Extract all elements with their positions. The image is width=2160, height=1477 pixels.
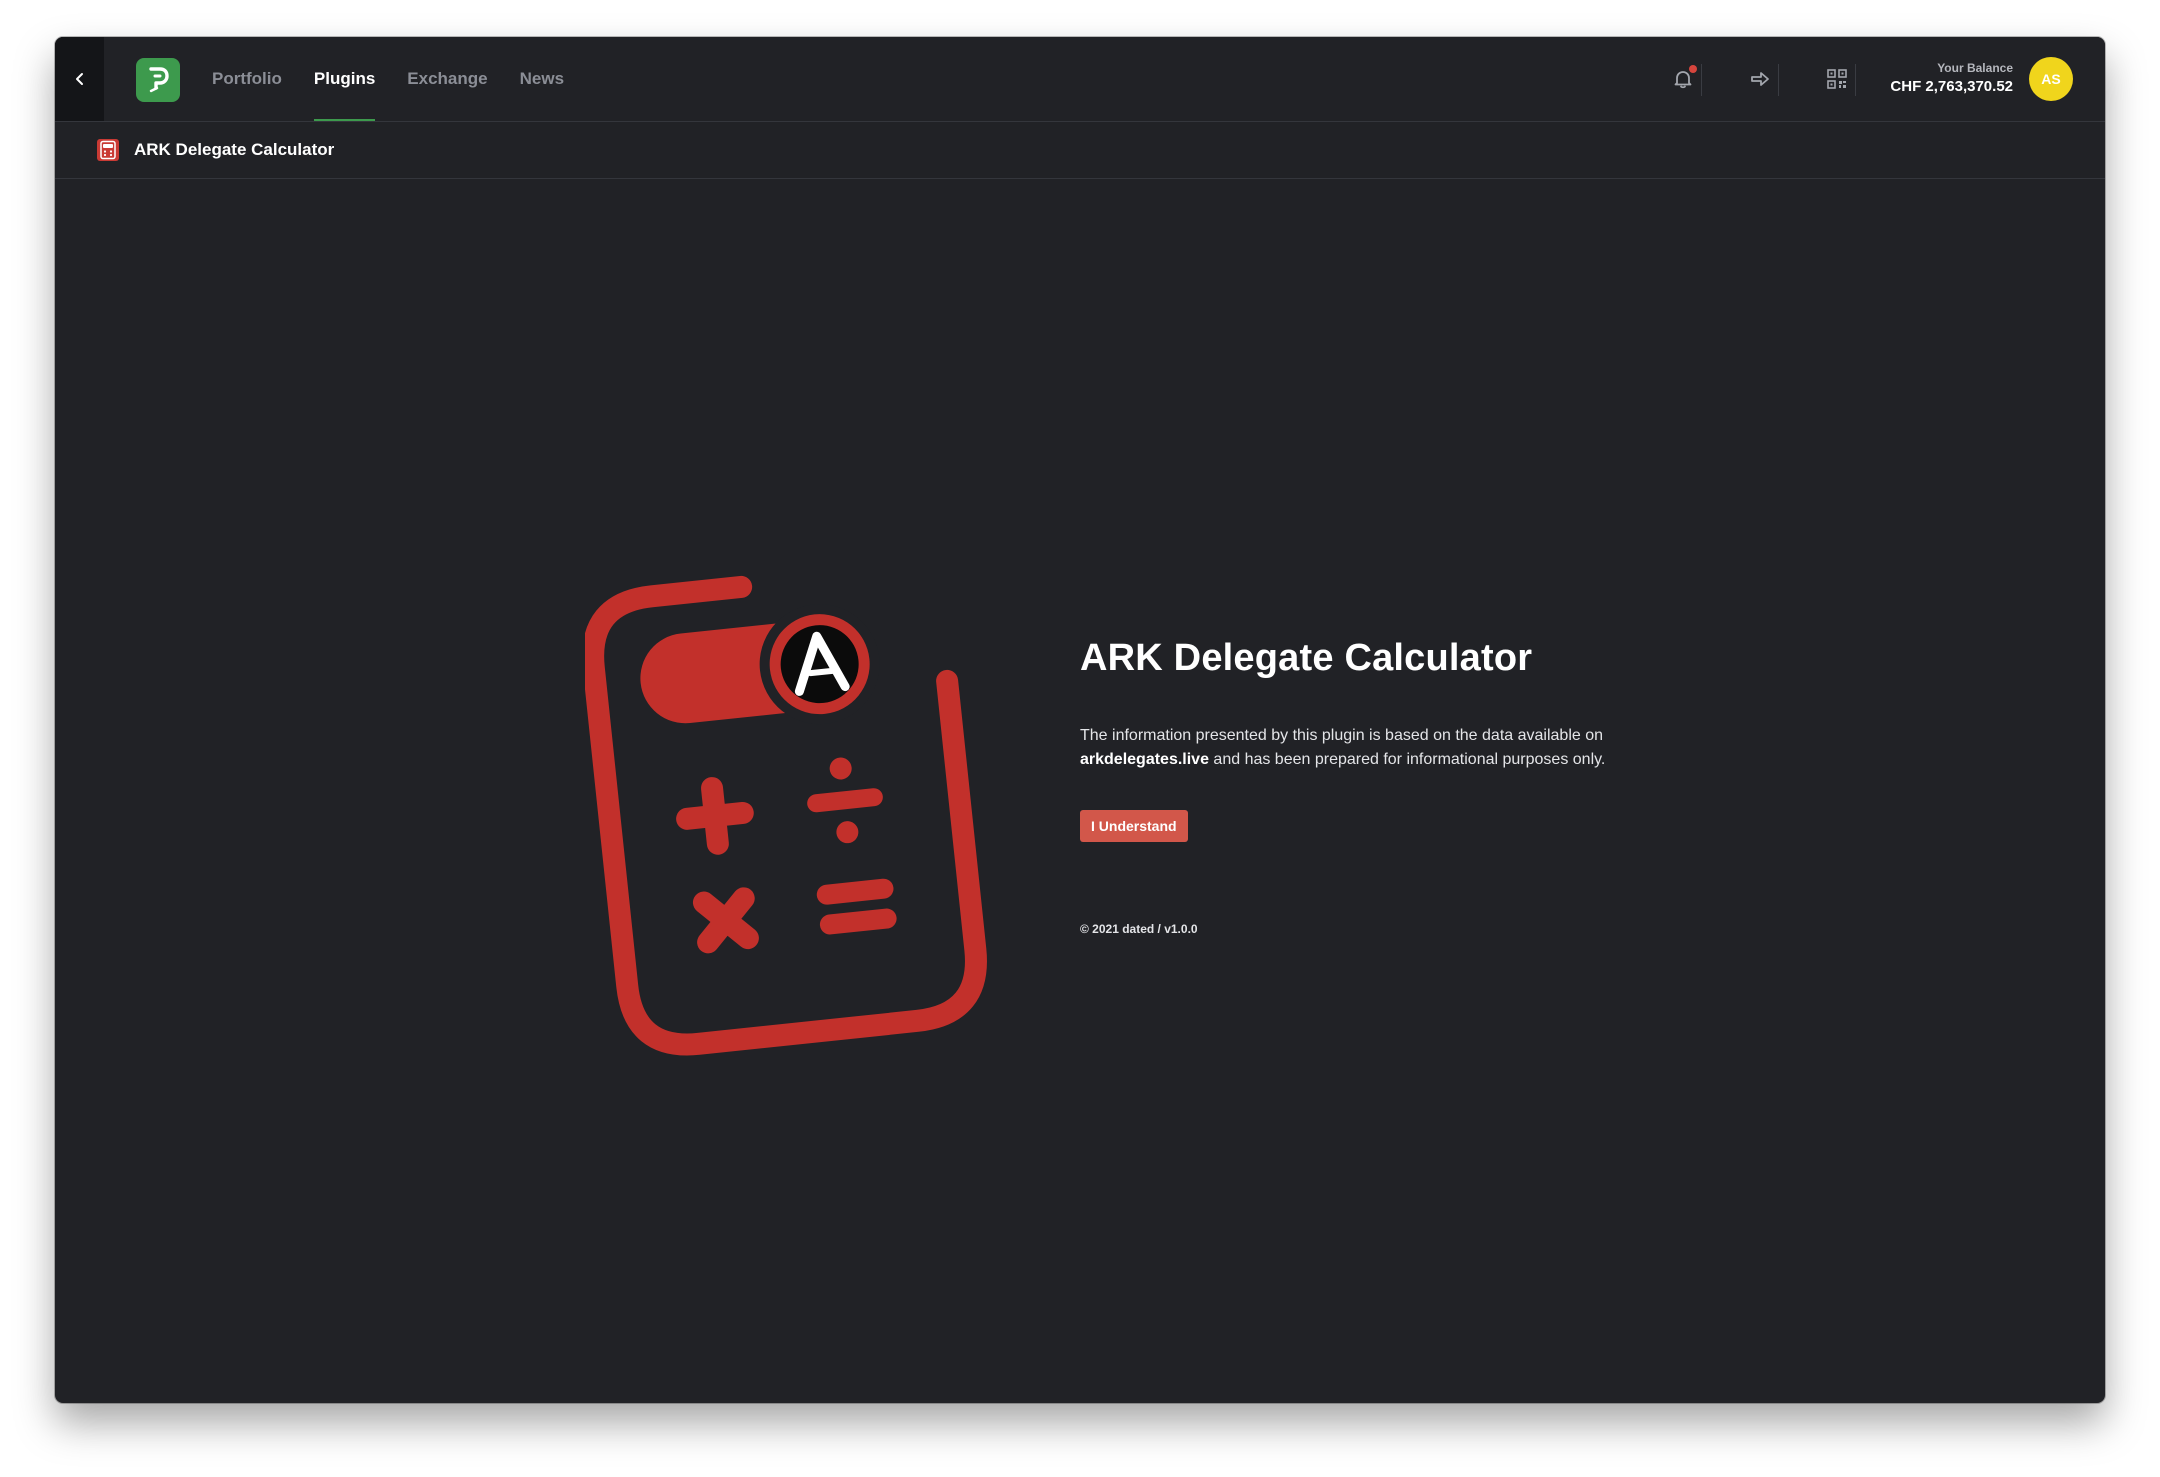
disclaimer-text: The information presented by this plugin…	[1080, 724, 1700, 772]
qr-code-button[interactable]	[1817, 59, 1857, 99]
nav-plugins[interactable]: Plugins	[313, 37, 376, 121]
avatar[interactable]: AS	[2029, 57, 2073, 101]
plugin-header: ARK Delegate Calculator	[55, 122, 2105, 179]
qr-code-icon	[1827, 69, 1847, 89]
version-footer: © 2021 dated / v1.0.0	[1080, 922, 1198, 936]
nav-news[interactable]: News	[520, 37, 564, 121]
main-nav: Portfolio Plugins Exchange News	[212, 37, 596, 121]
balance-label: Your Balance	[1937, 61, 2013, 75]
plugin-title: ARK Delegate Calculator	[134, 140, 335, 159]
divider	[1855, 64, 1856, 96]
notifications-button[interactable]	[1663, 59, 1703, 99]
send-arrow-icon	[1751, 72, 1769, 86]
calculator-plugin-icon	[97, 139, 119, 161]
app-window: Portfolio Plugins Exchange News Your Bal…	[55, 37, 2105, 1403]
balance-value: CHF 2,763,370.52	[1890, 78, 2013, 95]
chevron-left-icon	[75, 73, 83, 85]
app-logo[interactable]	[136, 58, 180, 102]
top-navigation-bar: Portfolio Plugins Exchange News Your Bal…	[55, 37, 2105, 122]
arkdelegates-link[interactable]: arkdelegates.live	[1080, 751, 1209, 768]
notification-dot	[1689, 65, 1697, 73]
payvo-logo-icon	[149, 67, 169, 93]
description-prefix: The information presented by this plugin…	[1080, 727, 1604, 744]
nav-exchange[interactable]: Exchange	[407, 37, 487, 121]
divider	[1778, 64, 1779, 96]
disclaimer-panel: ARK Delegate Calculator The information …	[1080, 637, 1700, 936]
nav-portfolio[interactable]: Portfolio	[212, 37, 282, 121]
description-suffix: and has been prepared for informational …	[1213, 751, 1606, 768]
back-button[interactable]	[55, 37, 104, 121]
plugin-heading: ARK Delegate Calculator	[1080, 637, 1533, 679]
balance-display: Your Balance CHF 2,763,370.52	[1890, 61, 2013, 95]
send-button[interactable]	[1740, 59, 1780, 99]
calculator-illustration	[585, 575, 987, 1056]
i-understand-button[interactable]: I Understand	[1080, 810, 1188, 842]
divider	[1701, 64, 1702, 96]
